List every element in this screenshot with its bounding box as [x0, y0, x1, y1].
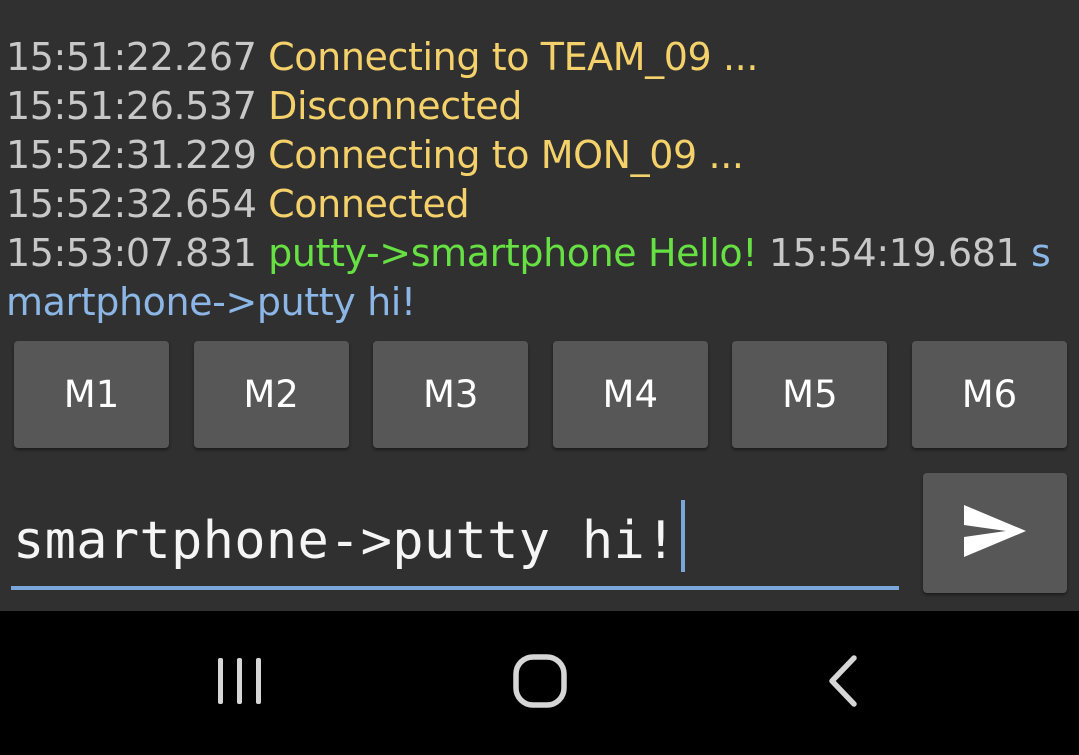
recent-apps-icon [215, 656, 265, 710]
send-button[interactable] [923, 473, 1067, 593]
log-entry: 15:51:22.267 Connecting to TEAM_09 ... [6, 33, 1066, 82]
log-timestamp: 15:52:31.229 [6, 133, 257, 177]
macro-button-m5[interactable]: M5 [732, 341, 888, 448]
send-icon [962, 503, 1028, 563]
message-input-text: smartphone->putty hi! [13, 511, 677, 571]
log-message: Connecting to MON_09 ... [268, 133, 744, 177]
log-entry: 15:52:32.654 Connected [6, 180, 1066, 229]
log-timestamp: 15:51:26.537 [6, 84, 257, 128]
macro-button-m4[interactable]: M4 [552, 341, 708, 448]
message-input[interactable]: smartphone->putty hi! [13, 500, 685, 572]
log-entry: 15:53:07.831 putty->smartphone Hello! 15… [6, 229, 1066, 327]
text-caret [680, 500, 685, 572]
macro-button-m3[interactable]: M3 [373, 341, 529, 448]
log-entry: 15:52:31.229 Connecting to MON_09 ... [6, 131, 1066, 180]
recent-apps-button[interactable] [190, 641, 290, 725]
back-button[interactable] [793, 641, 893, 725]
log-timestamp: 15:52:32.654 [6, 182, 257, 226]
system-navigation-bar [0, 611, 1079, 755]
message-input-field[interactable]: smartphone->putty hi! [11, 478, 899, 590]
log-message: Disconnected [268, 84, 522, 128]
macro-button-m1[interactable]: M1 [14, 341, 169, 448]
macro-button-m2[interactable]: M2 [193, 341, 349, 448]
back-icon [826, 654, 860, 712]
macro-button-m6[interactable]: M6 [911, 341, 1067, 448]
log-timestamp: 15:51:22.267 [6, 35, 257, 79]
home-icon [512, 653, 568, 713]
log-timestamp: 15:53:07.831 [6, 231, 257, 275]
macro-button-row: M1 M2 M3 M4 M5 M6 [14, 341, 1067, 448]
log-message: Connected [268, 182, 470, 226]
log-entry: 15:51:26.537 Disconnected [6, 82, 1066, 131]
log-timestamp: 15:54:19.681 [768, 231, 1020, 275]
terminal-log: 15:51:22.267 Connecting to TEAM_09 ... 1… [6, 33, 1066, 327]
log-message-received: putty->smartphone Hello! [268, 231, 758, 275]
log-message: Connecting to TEAM_09 ... [268, 35, 759, 79]
home-button[interactable] [490, 641, 590, 725]
